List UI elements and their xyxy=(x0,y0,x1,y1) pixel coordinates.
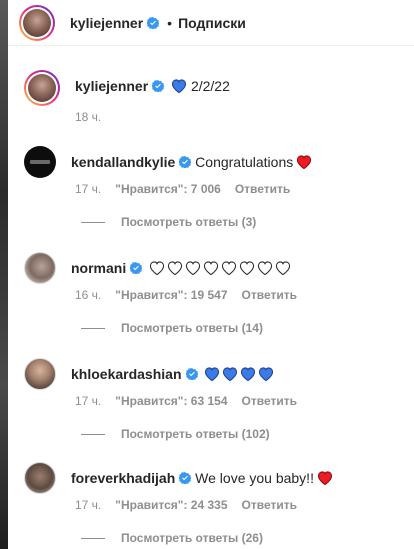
reply-button[interactable]: Ответить xyxy=(242,394,297,408)
red-heart-icon xyxy=(317,471,333,486)
comment-text: We love you baby!! xyxy=(195,470,314,486)
comment-likes[interactable]: "Нравится": 24 335 xyxy=(115,498,227,512)
comment-row: khloekardashian xyxy=(24,358,404,390)
blue-heart-icon xyxy=(259,367,274,382)
avatar-logo xyxy=(30,160,50,164)
comment-meta: 17 ч. "Нравится": 7 006 Ответить xyxy=(75,182,290,196)
white-heart-icon xyxy=(258,261,273,276)
comment-meta: 17 ч. "Нравится": 63 154 Ответить xyxy=(75,394,297,408)
post-caption: kyliejenner 2/2/22 18 ч. xyxy=(24,70,404,124)
comment-item: kendallandkylie Congratulations 17 ч. "Н… xyxy=(24,146,404,229)
separator-dot: • xyxy=(167,14,173,31)
comment-time: 17 ч. xyxy=(75,182,102,196)
comment-likes[interactable]: "Нравится": 7 006 xyxy=(115,182,221,196)
comment-body: khloekardashian xyxy=(71,358,274,383)
comment-item: khloekardashian 17 ч. "Нравится": 63 154… xyxy=(24,358,404,441)
reply-button[interactable]: Ответить xyxy=(242,288,297,302)
avatar-ring-inner xyxy=(26,72,58,104)
commenter-avatar[interactable] xyxy=(24,146,56,178)
reply-button[interactable]: Ответить xyxy=(235,182,290,196)
following-button[interactable]: Подписки xyxy=(178,15,246,31)
caption-emoji xyxy=(168,78,187,94)
comment-row: normani xyxy=(24,252,404,284)
white-heart-icon xyxy=(150,261,165,276)
commenter-avatar[interactable] xyxy=(24,462,56,494)
white-heart-icon xyxy=(276,261,291,276)
verified-badge-icon xyxy=(130,262,143,274)
comment-meta: 17 ч. "Нравится": 24 335 Ответить xyxy=(75,498,297,512)
caption-text: 2/2/22 xyxy=(190,78,230,94)
comment-likes[interactable]: "Нравится": 63 154 xyxy=(115,394,227,408)
white-heart-icon xyxy=(240,261,255,276)
comment-row: foreverkhadijah We love you baby!! xyxy=(24,462,404,494)
comment-item: foreverkhadijah We love you baby!! 17 ч.… xyxy=(24,462,404,545)
author-avatar[interactable] xyxy=(19,4,55,41)
comment-row: kendallandkylie Congratulations xyxy=(24,146,404,178)
comment-emoji xyxy=(314,470,333,486)
view-replies-label: Посмотреть ответы (26) xyxy=(121,531,263,545)
caption-avatar[interactable] xyxy=(24,70,60,106)
comment-emoji xyxy=(201,366,274,382)
comment-likes[interactable]: "Нравится": 19 547 xyxy=(115,288,227,302)
view-replies-label: Посмотреть ответы (102) xyxy=(121,427,270,441)
blue-heart-icon xyxy=(223,367,238,382)
comment-body: foreverkhadijah We love you baby!! xyxy=(71,462,333,487)
caption-row: kyliejenner 2/2/22 xyxy=(24,70,404,106)
verified-badge-icon xyxy=(179,156,192,168)
post-header: kyliejenner • Подписки xyxy=(8,0,414,46)
comment-emoji xyxy=(146,260,291,276)
comment-text: Congratulations xyxy=(195,154,294,170)
commenter-avatar[interactable] xyxy=(24,252,56,284)
replies-divider xyxy=(81,537,105,539)
commenter-username[interactable]: foreverkhadijah xyxy=(71,470,175,486)
blue-heart-icon xyxy=(205,367,220,382)
commenter-username[interactable]: normani xyxy=(71,260,126,276)
comment-item: normani 16 ч. "Нравится": 19 547 Ответит… xyxy=(24,252,404,335)
replies-divider xyxy=(81,327,105,329)
caption-time: 18 ч. xyxy=(75,110,102,124)
view-replies-button[interactable]: Посмотреть ответы (102) xyxy=(81,427,270,441)
commenter-avatar[interactable] xyxy=(24,358,56,390)
comment-emoji xyxy=(293,154,312,170)
comment-time: 17 ч. xyxy=(75,394,102,408)
replies-divider xyxy=(81,221,105,223)
white-heart-icon xyxy=(186,261,201,276)
comment-time: 16 ч. xyxy=(75,288,102,302)
verified-badge-icon xyxy=(152,80,165,92)
red-heart-icon xyxy=(297,155,312,170)
view-replies-label: Посмотреть ответы (14) xyxy=(121,321,263,335)
commenter-username[interactable]: khloekardashian xyxy=(71,366,182,382)
verified-badge-icon xyxy=(185,368,198,380)
view-replies-button[interactable]: Посмотреть ответы (26) xyxy=(81,531,263,545)
reply-button[interactable]: Ответить xyxy=(242,498,297,512)
commenter-username[interactable]: kendallandkylie xyxy=(71,154,175,170)
author-username[interactable]: kyliejenner xyxy=(70,15,143,31)
blue-heart-icon xyxy=(171,79,187,94)
view-replies-button[interactable]: Посмотреть ответы (3) xyxy=(81,215,256,229)
white-heart-icon xyxy=(222,261,237,276)
view-replies-button[interactable]: Посмотреть ответы (14) xyxy=(81,321,263,335)
white-heart-icon xyxy=(168,261,183,276)
avatar-image xyxy=(23,8,51,37)
avatar-image xyxy=(28,74,56,102)
comment-meta: 16 ч. "Нравится": 19 547 Ответить xyxy=(75,288,297,302)
comment-body: normani xyxy=(71,252,291,277)
caption-text-line: kyliejenner 2/2/22 xyxy=(75,70,230,94)
caption-username[interactable]: kyliejenner xyxy=(75,78,148,94)
comments-panel: kyliejenner • Подписки kyliejenner 2/2/2… xyxy=(8,0,414,549)
view-replies-label: Посмотреть ответы (3) xyxy=(121,215,257,229)
white-heart-icon xyxy=(204,261,219,276)
comment-body: kendallandkylie Congratulations xyxy=(71,146,312,171)
replies-divider xyxy=(81,433,105,435)
blue-heart-icon xyxy=(241,367,256,382)
comment-time: 17 ч. xyxy=(75,498,102,512)
verified-badge-icon xyxy=(147,16,160,29)
verified-badge-icon xyxy=(179,472,192,484)
avatar-ring-inner xyxy=(21,6,53,39)
